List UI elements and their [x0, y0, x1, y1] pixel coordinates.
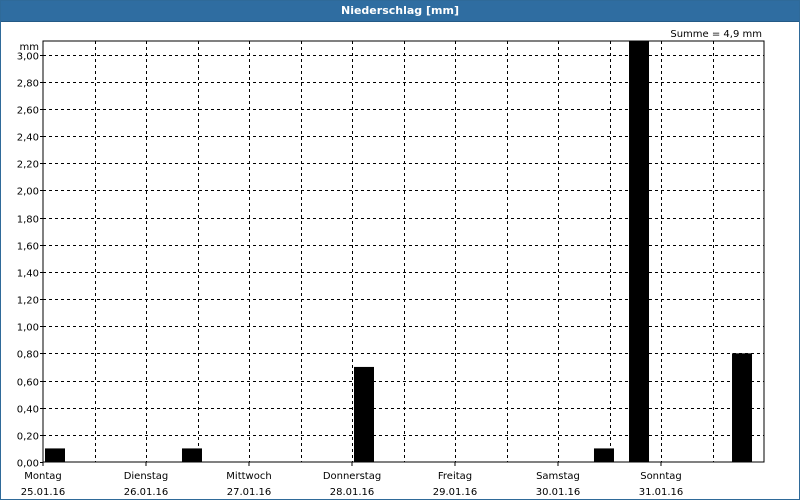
y-tick-label: 0,20 — [17, 432, 39, 443]
y-tick-label: 0,40 — [17, 405, 39, 416]
y-tick-label: 1,40 — [17, 269, 39, 280]
y-tick-label: 0,60 — [17, 378, 39, 389]
y-tick-label: 2,20 — [17, 160, 39, 171]
y-tick-label: 2,00 — [17, 187, 39, 198]
total-sum-label: Summe = 4,9 mm — [670, 29, 762, 40]
y-tick-label: 0,00 — [17, 459, 39, 470]
precipitation-bar — [593, 448, 614, 462]
y-tick-label: 1,20 — [17, 296, 39, 307]
grid-lines — [43, 41, 764, 462]
x-tick-label-weekday: Sonntag — [640, 471, 682, 482]
x-tick-label-date: 26.01.16 — [124, 487, 169, 498]
y-tick-labels: 0,00 0,20 0,40 0,60 0,80 1,00 1,20 1,40 1,60 1,80… — [17, 42, 39, 470]
y-tick-label: 1,00 — [17, 323, 39, 334]
y-tick-label: 2,40 — [17, 133, 39, 144]
x-tick-label-date: 25.01.16 — [21, 487, 66, 498]
plot-frame — [42, 40, 765, 463]
axes — [40, 40, 765, 466]
y-tick-label: 0,80 — [17, 350, 39, 361]
x-tick-label-date: 27.01.16 — [227, 487, 272, 498]
precipitation-chart: Summe = 4,9 mm 0,00 0,20 0,40 0,60 0,80 1,00 1… — [17, 29, 765, 498]
x-tick-label-date: 28.01.16 — [330, 487, 375, 498]
bar-series — [45, 41, 753, 462]
x-tick-labels: Montag 25.01.16 Dienstag 26.01.16 Mittwoch 27… — [21, 471, 684, 498]
precipitation-bar — [732, 353, 753, 462]
x-tick-label-date: 29.01.16 — [433, 487, 478, 498]
precipitation-bar — [629, 41, 650, 462]
x-tick-label-weekday: Freitag — [438, 471, 472, 482]
x-tick-label-weekday: Samstag — [536, 471, 580, 482]
x-tick-label-weekday: Montag — [24, 471, 61, 482]
y-axis-unit-label: mm — [20, 42, 39, 53]
precipitation-bar — [45, 448, 65, 462]
x-tick-label-date: 31.01.16 — [639, 487, 684, 498]
y-tick-label: 2,80 — [17, 79, 39, 90]
precipitation-bar — [181, 448, 202, 462]
y-tick-label: 1,80 — [17, 215, 39, 226]
x-tick-label-weekday: Mittwoch — [226, 471, 271, 482]
x-tick-label-weekday: Donnerstag — [323, 471, 381, 482]
y-tick-label: 1,60 — [17, 242, 39, 253]
x-tick-label-weekday: Dienstag — [124, 471, 169, 482]
chart-window: Niederschlag [mm] Summe = 4,9 mm 0,00 0,2… — [0, 0, 800, 500]
x-tick-label-date: 30.01.16 — [536, 487, 581, 498]
precipitation-bar — [354, 366, 374, 462]
y-tick-label: 2,60 — [17, 106, 39, 117]
y-tick-label: 3,00 — [17, 52, 39, 63]
